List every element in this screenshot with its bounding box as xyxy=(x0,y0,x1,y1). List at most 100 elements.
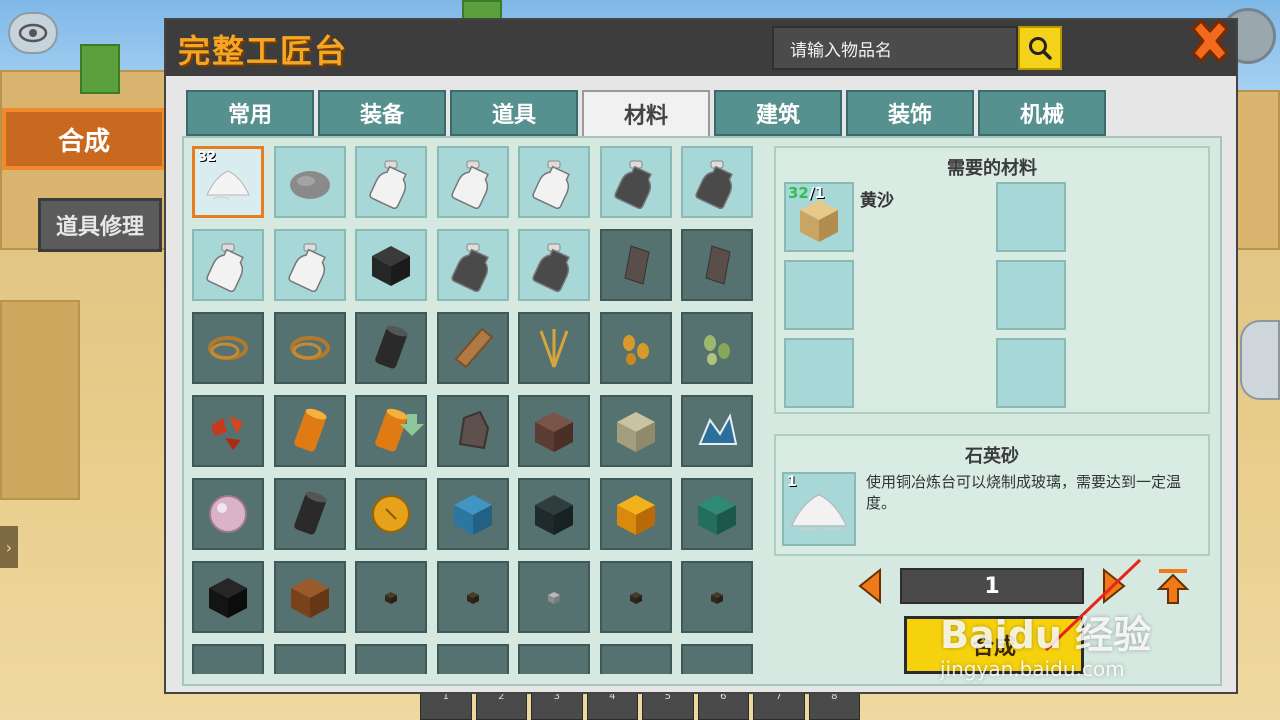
orange-cylinder-icon xyxy=(293,408,327,452)
expand-arrow-button[interactable]: › xyxy=(0,526,18,568)
item-slot[interactable] xyxy=(355,146,427,218)
side-tab-craft[interactable]: 合成 xyxy=(2,108,166,170)
rusty-block-icon xyxy=(290,578,329,618)
item-slot[interactable] xyxy=(681,644,753,674)
item-slot[interactable] xyxy=(273,478,346,550)
item-slot[interactable] xyxy=(355,644,427,674)
item-slot[interactable] xyxy=(273,312,346,384)
item-slot[interactable] xyxy=(355,478,427,550)
tab-1[interactable]: 装备 xyxy=(318,90,446,136)
item-slot[interactable] xyxy=(681,478,753,550)
side-tab-repair[interactable]: 道具修理 xyxy=(38,198,162,252)
item-slot[interactable] xyxy=(355,229,427,301)
small-cube-icon xyxy=(711,592,723,604)
pearl-icon xyxy=(209,495,247,533)
item-slot[interactable] xyxy=(599,229,672,301)
item-slot[interactable]: 32 xyxy=(192,146,264,218)
item-slot[interactable] xyxy=(518,478,590,550)
item-slot[interactable] xyxy=(599,644,672,674)
item-slot[interactable] xyxy=(599,395,672,467)
item-slot[interactable] xyxy=(436,146,509,218)
item-slot[interactable] xyxy=(681,312,753,384)
item-slot[interactable] xyxy=(192,312,264,384)
item-slot[interactable] xyxy=(436,478,509,550)
item-slot[interactable] xyxy=(273,229,346,301)
bottle-icon xyxy=(369,160,407,209)
item-slot[interactable] xyxy=(192,478,264,550)
item-slot[interactable] xyxy=(681,395,753,467)
item-slot[interactable] xyxy=(436,644,509,674)
search-button[interactable] xyxy=(1018,26,1062,70)
black-block-icon xyxy=(209,578,247,618)
flint-icon xyxy=(623,245,650,285)
item-slot[interactable] xyxy=(681,229,753,301)
gray-small-cube-icon xyxy=(548,592,560,604)
partial-item-icon xyxy=(283,653,337,674)
hotbar-slot[interactable]: 3 xyxy=(531,690,583,720)
item-slot[interactable] xyxy=(599,312,672,384)
item-slot[interactable] xyxy=(436,312,509,384)
result-slot[interactable]: 1 xyxy=(782,472,856,546)
hotbar-slot[interactable]: 8 xyxy=(808,690,860,720)
item-slot[interactable] xyxy=(192,229,264,301)
view-toggle-button[interactable] xyxy=(8,12,58,54)
item-slot[interactable] xyxy=(599,478,672,550)
tab-3[interactable]: 材料 xyxy=(582,90,710,138)
bottle-icon xyxy=(450,160,489,209)
close-button[interactable] xyxy=(1182,12,1238,72)
spiky-item-icon xyxy=(527,653,581,674)
tab-5[interactable]: 装饰 xyxy=(846,90,974,136)
arrow-down-icon xyxy=(400,414,424,436)
item-slot[interactable] xyxy=(518,146,590,218)
item-slot[interactable] xyxy=(518,229,590,301)
item-slot[interactable] xyxy=(273,561,346,633)
tab-4[interactable]: 建筑 xyxy=(714,90,842,136)
hotbar-slot[interactable]: 5 xyxy=(642,690,694,720)
search-input[interactable]: 请输入物品名 xyxy=(772,26,1018,70)
item-slot[interactable] xyxy=(273,395,346,467)
side-action-button[interactable] xyxy=(1240,320,1280,400)
hotbar-slot[interactable]: 1 xyxy=(420,690,472,720)
bottle-icon xyxy=(532,160,570,209)
item-slot[interactable] xyxy=(192,561,264,633)
item-count: 32 xyxy=(198,150,217,165)
cactus-scenery xyxy=(462,0,502,20)
item-slot[interactable] xyxy=(518,395,590,467)
item-slot[interactable] xyxy=(355,561,427,633)
item-slot[interactable] xyxy=(436,229,509,301)
item-slot[interactable] xyxy=(436,395,509,467)
item-slot[interactable] xyxy=(436,561,509,633)
item-slot[interactable] xyxy=(518,644,590,674)
hotbar-slot[interactable]: 6 xyxy=(697,690,749,720)
item-slot[interactable] xyxy=(518,312,590,384)
hotbar-slot[interactable]: 4 xyxy=(586,690,638,720)
item-slot[interactable] xyxy=(192,644,264,674)
item-slot[interactable] xyxy=(355,312,427,384)
max-quantity-icon[interactable] xyxy=(1156,566,1190,606)
small-cube-icon xyxy=(466,592,479,604)
tab-0[interactable]: 常用 xyxy=(186,90,314,136)
item-slot[interactable] xyxy=(681,561,753,633)
item-slot[interactable] xyxy=(681,146,753,218)
tab-2[interactable]: 道具 xyxy=(450,90,578,136)
blue-crystal-icon xyxy=(698,413,738,445)
item-slot[interactable] xyxy=(599,561,672,633)
item-slot[interactable] xyxy=(192,395,264,467)
item-slot[interactable] xyxy=(599,146,672,218)
material-slot[interactable]: 32/1 xyxy=(784,182,854,252)
partial-item-icon xyxy=(690,653,744,674)
mossy-block-icon xyxy=(616,412,655,452)
decrease-arrow-button[interactable] xyxy=(858,568,882,604)
result-count: 1 xyxy=(787,474,797,490)
hotbar-slot[interactable]: 2 xyxy=(475,690,527,720)
red-ore-icon xyxy=(211,416,243,450)
small-cube-icon xyxy=(385,592,397,604)
material-slot-empty xyxy=(784,338,854,408)
tab-6[interactable]: 机械 xyxy=(978,90,1106,136)
seeds-icon xyxy=(622,335,649,365)
hotbar-slot[interactable]: 7 xyxy=(753,690,805,720)
green-seeds-icon xyxy=(704,335,730,365)
item-slot[interactable] xyxy=(273,146,346,218)
item-slot[interactable] xyxy=(518,561,590,633)
item-slot[interactable] xyxy=(273,644,346,674)
